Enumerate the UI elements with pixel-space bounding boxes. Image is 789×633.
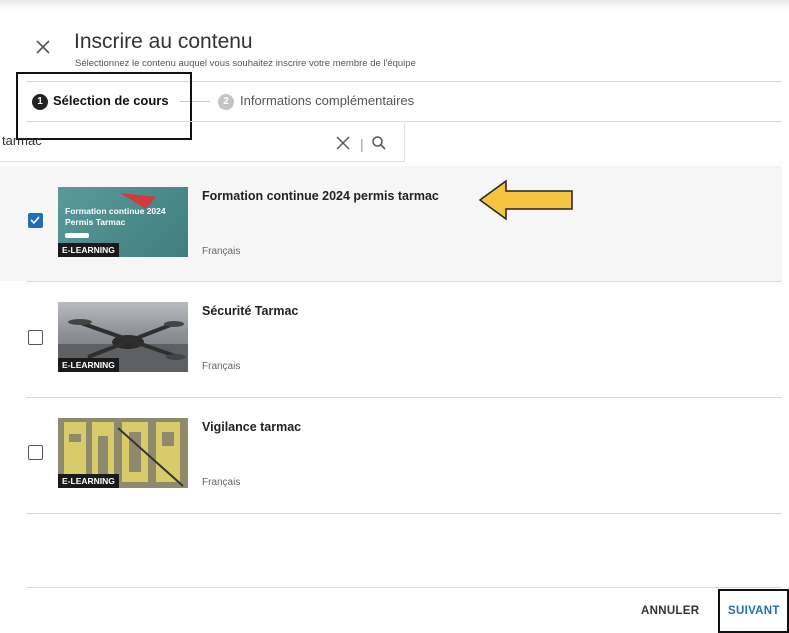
search-input[interactable] — [0, 133, 322, 148]
thumb-caption-line-2: Permis Tarmac — [65, 217, 126, 227]
thumb-pill — [65, 233, 89, 238]
close-icon[interactable] — [34, 38, 52, 56]
highlight-box-next — [718, 589, 789, 633]
course-row[interactable]: Formation continue 2024 Permis Tarmac E-… — [0, 166, 782, 281]
course-checkbox[interactable] — [28, 213, 43, 228]
clear-icon[interactable] — [336, 136, 350, 150]
checkmark-icon — [30, 216, 40, 225]
search-bar: | — [0, 124, 405, 162]
search-separator: | — [360, 136, 364, 152]
search-icon[interactable] — [371, 135, 387, 151]
step-2-label[interactable]: Informations complémentaires — [240, 93, 414, 108]
thumb-caption-line-1: Formation continue 2024 — [65, 206, 166, 216]
course-title[interactable]: Vigilance tarmac — [202, 420, 301, 434]
elearning-badge: E-LEARNING — [58, 358, 119, 372]
course-row[interactable]: E-LEARNING Vigilance tarmac Français — [0, 398, 782, 513]
course-checkbox[interactable] — [28, 445, 43, 460]
course-language: Français — [202, 477, 241, 488]
footer-divider — [26, 587, 782, 588]
course-language: Français — [202, 246, 241, 257]
course-thumbnail: Formation continue 2024 Permis Tarmac E-… — [58, 187, 188, 257]
elearning-badge: E-LEARNING — [58, 474, 119, 488]
course-thumbnail: E-LEARNING — [58, 302, 188, 372]
stepper-divider — [26, 121, 782, 122]
course-checkbox[interactable] — [28, 330, 43, 345]
row-divider — [26, 513, 782, 514]
dialog-top-shadow — [0, 0, 789, 10]
course-row[interactable]: E-LEARNING Sécurité Tarmac Français — [0, 282, 782, 397]
dialog-title: Inscrire au contenu — [74, 30, 253, 53]
elearning-badge: E-LEARNING — [58, 243, 119, 257]
course-thumbnail: E-LEARNING — [58, 418, 188, 488]
annotation-arrow-icon — [478, 179, 573, 221]
course-language: Français — [202, 361, 241, 372]
course-title[interactable]: Sécurité Tarmac — [202, 304, 298, 318]
dialog-subtitle: Sélectionnez le contenu auquel vous souh… — [75, 58, 416, 69]
cancel-button[interactable]: ANNULER — [641, 605, 699, 617]
step-2-circle: 2 — [218, 94, 234, 110]
course-title[interactable]: Formation continue 2024 permis tarmac — [202, 189, 439, 203]
